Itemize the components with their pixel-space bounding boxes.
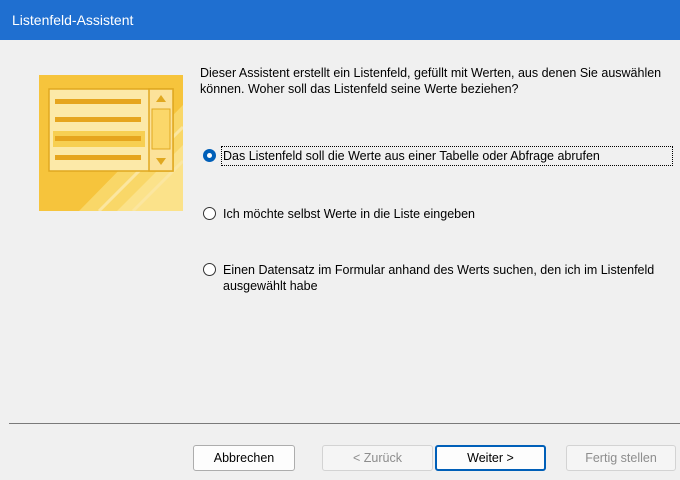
option-find-record[interactable]: Einen Datensatz im Formular anhand des W…: [203, 262, 678, 294]
window-title: Listenfeld-Assistent: [12, 12, 134, 28]
next-button[interactable]: Weiter >: [435, 445, 546, 471]
cancel-button[interactable]: Abbrechen: [193, 445, 295, 471]
back-button[interactable]: < Zurück: [322, 445, 433, 471]
window-titlebar: Listenfeld-Assistent: [0, 0, 680, 40]
option-table-query[interactable]: Das Listenfeld soll die Werte aus einer …: [203, 146, 673, 166]
finish-button[interactable]: Fertig stellen: [566, 445, 676, 471]
radio-find-record[interactable]: [203, 263, 216, 276]
radio-table-query[interactable]: [203, 149, 216, 162]
option-find-record-label[interactable]: Einen Datensatz im Formular anhand des W…: [223, 262, 678, 294]
option-own-values[interactable]: Ich möchte selbst Werte in die Liste ein…: [203, 206, 475, 222]
listbox-illustration-icon: [39, 75, 183, 211]
footer-divider: [9, 423, 680, 424]
wizard-dialog: Dieser Assistent erstellt ein Listenfeld…: [0, 40, 680, 480]
wizard-description: Dieser Assistent erstellt ein Listenfeld…: [200, 66, 662, 96]
radio-own-values[interactable]: [203, 207, 216, 220]
option-table-query-label[interactable]: Das Listenfeld soll die Werte aus einer …: [221, 146, 673, 166]
option-own-values-label[interactable]: Ich möchte selbst Werte in die Liste ein…: [223, 206, 475, 222]
